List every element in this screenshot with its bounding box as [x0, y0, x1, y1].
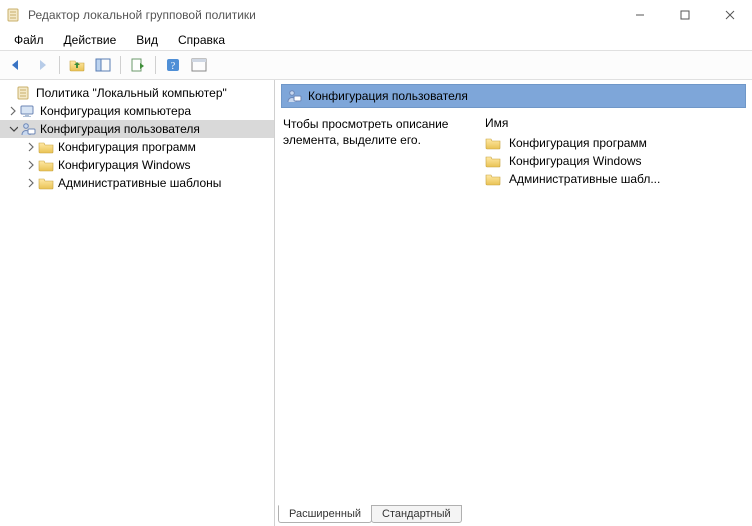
tree-pane[interactable]: Политика "Локальный компьютер" Конфигура…: [0, 80, 275, 526]
tree-item-software-settings[interactable]: Конфигурация программ: [0, 138, 274, 156]
list-item[interactable]: Административные шабл...: [483, 170, 746, 188]
folder-icon: [485, 135, 501, 151]
content-header-title: Конфигурация пользователя: [308, 89, 468, 103]
up-folder-button[interactable]: [65, 53, 89, 77]
tree-item-label: Конфигурация Windows: [58, 158, 191, 172]
content-pane: Конфигурация пользователя Чтобы просмотр…: [275, 80, 752, 526]
expand-toggle-icon[interactable]: [24, 176, 38, 190]
forward-button[interactable]: [30, 53, 54, 77]
content-columns: Чтобы просмотреть описание элемента, выд…: [281, 116, 746, 501]
tab-extended[interactable]: Расширенный: [278, 505, 372, 523]
app-icon: [6, 7, 22, 23]
menu-file[interactable]: Файл: [4, 31, 54, 49]
list-item-label: Конфигурация программ: [509, 136, 647, 150]
list-item-label: Конфигурация Windows: [509, 154, 642, 168]
user-config-icon: [20, 121, 36, 137]
blank-toggle: [2, 86, 16, 100]
tree-item-user-config[interactable]: Конфигурация пользователя: [0, 120, 274, 138]
folder-icon: [485, 171, 501, 187]
user-config-icon: [286, 88, 302, 104]
properties-button[interactable]: [187, 53, 211, 77]
minimize-button[interactable]: [617, 1, 662, 29]
list-column-header[interactable]: Имя: [483, 116, 746, 134]
export-list-button[interactable]: [126, 53, 150, 77]
folder-icon: [38, 139, 54, 155]
tree-item-computer-config[interactable]: Конфигурация компьютера: [0, 102, 274, 120]
tree-item-label: Административные шаблоны: [58, 176, 221, 190]
tabstrip: Расширенный Стандартный: [275, 505, 752, 526]
window-title: Редактор локальной групповой политики: [28, 8, 617, 22]
expand-toggle-icon[interactable]: [24, 158, 38, 172]
workspace: Политика "Локальный компьютер" Конфигура…: [0, 80, 752, 526]
window-controls: [617, 1, 752, 29]
show-hide-tree-button[interactable]: [91, 53, 115, 77]
content-header-band: Конфигурация пользователя: [281, 84, 746, 108]
collapse-toggle-icon[interactable]: [6, 122, 20, 136]
list-item-label: Административные шабл...: [509, 172, 660, 186]
tree-item-label: Конфигурация программ: [58, 140, 196, 154]
tree-item-windows-settings[interactable]: Конфигурация Windows: [0, 156, 274, 174]
folder-icon: [485, 153, 501, 169]
menu-action[interactable]: Действие: [54, 31, 127, 49]
toolbar: ?: [0, 50, 752, 80]
description-text: Чтобы просмотреть описание элемента, выд…: [283, 117, 448, 147]
tree-root[interactable]: Политика "Локальный компьютер": [0, 84, 274, 102]
tab-standard[interactable]: Стандартный: [371, 505, 462, 523]
back-button[interactable]: [4, 53, 28, 77]
expand-toggle-icon[interactable]: [6, 104, 20, 118]
menu-view[interactable]: Вид: [126, 31, 168, 49]
scroll-icon: [16, 85, 32, 101]
svg-text:?: ?: [171, 61, 176, 72]
titlebar: Редактор локальной групповой политики: [0, 0, 752, 30]
tree-item-label: Конфигурация компьютера: [40, 104, 191, 118]
toolbar-separator: [59, 56, 60, 74]
list-item[interactable]: Конфигурация Windows: [483, 152, 746, 170]
expand-toggle-icon[interactable]: [24, 140, 38, 154]
toolbar-separator: [120, 56, 121, 74]
list-column: Имя Конфигурация программ Конфигурация W…: [479, 116, 746, 501]
maximize-button[interactable]: [662, 1, 707, 29]
tree-root-label: Политика "Локальный компьютер": [36, 86, 227, 100]
close-button[interactable]: [707, 1, 752, 29]
content-body: Конфигурация пользователя Чтобы просмотр…: [275, 80, 752, 505]
folder-icon: [38, 175, 54, 191]
menubar: Файл Действие Вид Справка: [0, 30, 752, 50]
list-item[interactable]: Конфигурация программ: [483, 134, 746, 152]
help-button[interactable]: ?: [161, 53, 185, 77]
menu-help[interactable]: Справка: [168, 31, 235, 49]
computer-config-icon: [20, 103, 36, 119]
folder-icon: [38, 157, 54, 173]
toolbar-separator: [155, 56, 156, 74]
tree-item-label: Конфигурация пользователя: [40, 122, 200, 136]
tree-item-admin-templates[interactable]: Административные шаблоны: [0, 174, 274, 192]
description-column: Чтобы просмотреть описание элемента, выд…: [281, 116, 479, 501]
